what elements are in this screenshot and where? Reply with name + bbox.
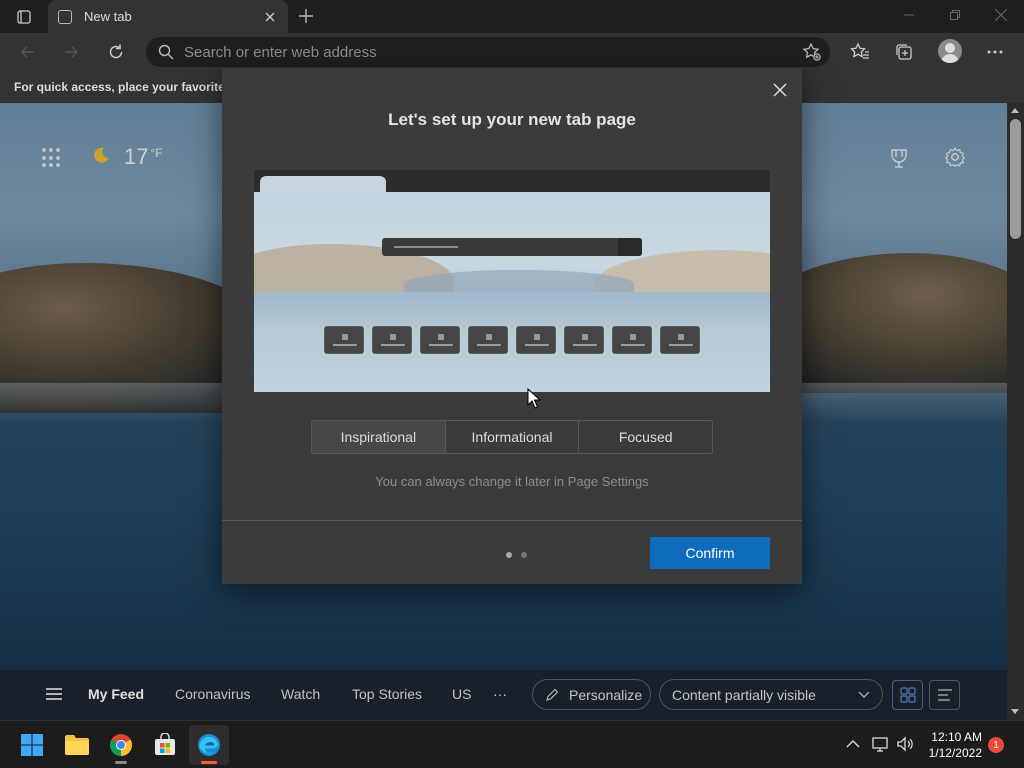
- arrow-left-icon: [21, 46, 34, 58]
- windows-logo-icon: [21, 734, 43, 756]
- preview-tab-bar: [254, 170, 770, 194]
- window-controls: [886, 0, 1024, 33]
- preview-quick-link-tile: [564, 326, 604, 354]
- chrome-icon: [110, 734, 132, 756]
- plus-icon: [299, 9, 313, 23]
- preview-search-box: [382, 238, 642, 256]
- minimize-button[interactable]: [886, 0, 932, 30]
- search-icon: [158, 44, 174, 60]
- step-dot: [521, 552, 527, 558]
- edge-icon: [198, 734, 220, 756]
- address-bar[interactable]: [146, 37, 830, 67]
- close-icon: [995, 9, 1007, 21]
- layout-option-inspirational[interactable]: Inspirational: [312, 421, 446, 453]
- minimize-icon: [904, 14, 914, 16]
- preview-quick-links: [324, 326, 700, 354]
- refresh-button[interactable]: [102, 38, 130, 66]
- clock-time: 12:10 AM: [931, 730, 982, 744]
- preview-search-button: [618, 238, 642, 256]
- preview-quick-link-tile: [372, 326, 412, 354]
- taskbar-file-explorer[interactable]: [57, 725, 97, 765]
- clock-date: 1/12/2022: [928, 746, 982, 760]
- page-scrollbar[interactable]: [1007, 103, 1024, 720]
- favorites-bar-hint: For quick access, place your favorites h: [14, 80, 243, 94]
- start-button[interactable]: [12, 725, 52, 765]
- settings-more-button[interactable]: [981, 38, 1009, 66]
- tab-close-button[interactable]: [262, 9, 278, 25]
- scroll-up-arrow-icon[interactable]: [1011, 108, 1019, 113]
- star-add-icon: [802, 42, 821, 61]
- new-tab-setup-dialog: Let's set up your new tab page Inspirati…: [222, 68, 802, 584]
- layout-option-informational[interactable]: Informational: [446, 421, 580, 453]
- confirm-button[interactable]: Confirm: [650, 537, 770, 569]
- dialog-close-button[interactable]: [770, 80, 790, 100]
- preview-quick-link-tile: [516, 326, 556, 354]
- dialog-title: Let's set up your new tab page: [388, 110, 636, 129]
- window-close-button[interactable]: [978, 0, 1024, 30]
- preview-quick-link-tile: [324, 326, 364, 354]
- forward-button[interactable]: [57, 38, 85, 66]
- close-icon: [265, 12, 275, 21]
- close-icon: [773, 83, 787, 97]
- mouse-cursor-icon: [527, 388, 541, 409]
- restore-icon: [950, 10, 960, 20]
- step-indicator: [506, 552, 527, 558]
- settings-hint-text: You can always change it later in Page S…: [375, 474, 649, 489]
- layout-option-selector: Inspirational Informational Focused: [311, 420, 713, 454]
- running-indicator: [201, 761, 217, 764]
- refresh-icon: [109, 44, 123, 59]
- running-indicator: [115, 761, 127, 764]
- system-clock[interactable]: 12:10 AM 1/12/2022: [922, 729, 982, 761]
- new-tab-button[interactable]: [296, 6, 316, 26]
- preview-quick-link-tile: [612, 326, 652, 354]
- collections-icon: [896, 44, 912, 60]
- tab-new-tab[interactable]: New tab: [48, 0, 288, 33]
- address-input[interactable]: [184, 43, 774, 61]
- profile-avatar[interactable]: [938, 39, 962, 63]
- folder-icon: [65, 735, 89, 755]
- taskbar-microsoft-store[interactable]: [145, 725, 185, 765]
- tab-actions-icon: [17, 10, 31, 24]
- favorites-icon: [850, 42, 869, 59]
- browser-toolbar: [0, 33, 1024, 71]
- tab-strip: New tab: [0, 0, 1024, 33]
- more-horizontal-icon: [987, 50, 1003, 54]
- preview-search-placeholder-line: [394, 246, 458, 248]
- chevron-up-icon[interactable]: [846, 735, 860, 753]
- tab-actions-button[interactable]: [10, 6, 38, 28]
- tab-title: New tab: [84, 9, 132, 24]
- network-icon[interactable]: [872, 735, 890, 753]
- preview-quick-link-tile: [660, 326, 700, 354]
- taskbar-edge[interactable]: [189, 725, 229, 765]
- preview-quick-link-tile: [420, 326, 460, 354]
- notification-badge[interactable]: 1: [988, 737, 1004, 753]
- dialog-divider: [222, 520, 802, 521]
- layout-preview-image: [254, 170, 770, 392]
- layout-option-focused[interactable]: Focused: [579, 421, 712, 453]
- preview-quick-link-tile: [468, 326, 508, 354]
- new-tab-favicon: [58, 9, 72, 24]
- scroll-down-arrow-icon[interactable]: [1011, 709, 1019, 714]
- scrollbar-thumb[interactable]: [1010, 119, 1021, 239]
- step-dot-active: [506, 552, 512, 558]
- store-icon: [155, 733, 175, 755]
- add-favorite-button[interactable]: [798, 38, 826, 66]
- collections-button[interactable]: [890, 38, 918, 66]
- preview-background: [254, 192, 770, 392]
- taskbar-chrome[interactable]: [101, 725, 141, 765]
- windows-taskbar: 12:10 AM 1/12/2022 1: [0, 720, 1024, 768]
- volume-icon[interactable]: [896, 735, 914, 753]
- favorites-button[interactable]: [846, 38, 874, 66]
- arrow-right-icon: [65, 46, 78, 58]
- back-button[interactable]: [14, 38, 42, 66]
- restore-button[interactable]: [932, 0, 978, 30]
